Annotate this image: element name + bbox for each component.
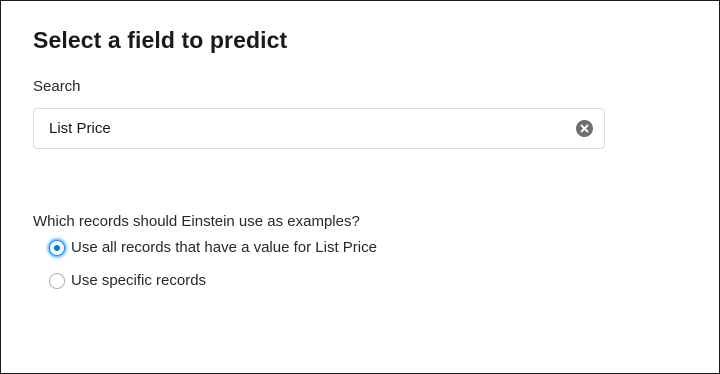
search-label: Search — [33, 78, 81, 95]
clear-search-button[interactable] — [575, 120, 593, 138]
examples-question: Which records should Einstein use as exa… — [33, 213, 360, 230]
radio-label-all-records: Use all records that have a value for Li… — [71, 239, 377, 256]
page-title: Select a field to predict — [33, 27, 288, 53]
radio-button[interactable] — [49, 272, 65, 289]
clear-circle-icon — [575, 120, 593, 137]
radio-dot — [54, 244, 60, 251]
radio-option-all-records[interactable]: Use all records that have a value for Li… — [49, 239, 377, 256]
radio-option-specific-records[interactable]: Use specific records — [49, 272, 206, 289]
predict-field-panel: Select a field to predict Search Which r… — [0, 0, 720, 374]
radio-button-selected[interactable] — [49, 239, 65, 256]
search-box — [33, 108, 605, 149]
radio-label-specific-records: Use specific records — [71, 272, 207, 289]
search-input[interactable] — [34, 109, 575, 148]
